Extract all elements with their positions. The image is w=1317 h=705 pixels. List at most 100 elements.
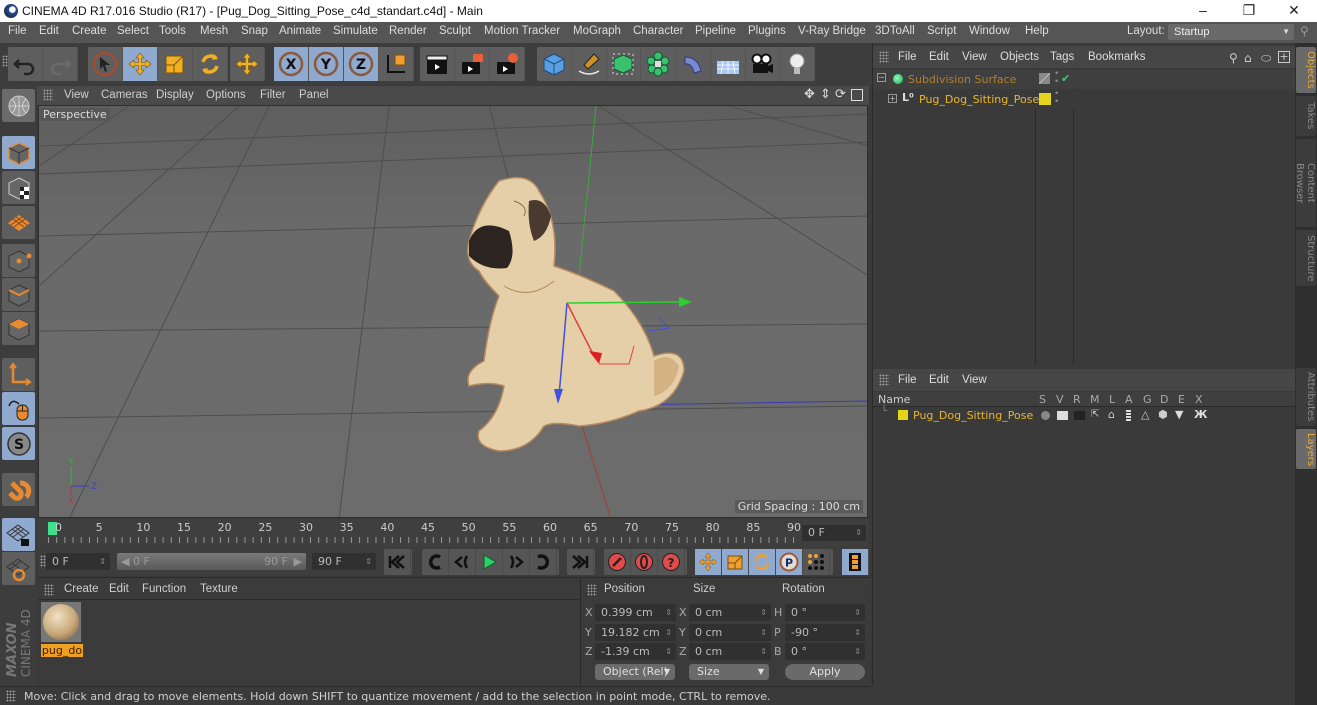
menu-simulate[interactable]: Simulate	[333, 25, 378, 37]
column-animation[interactable]: A	[1125, 393, 1133, 406]
size-x-field[interactable]: 0 cm ⇕	[689, 604, 771, 621]
spinner-icon[interactable]: ⇕	[665, 643, 672, 660]
z-axis-button[interactable]: Z	[344, 47, 379, 81]
generators-toggle-icon[interactable]: △	[1141, 408, 1149, 421]
coordinate-system-button[interactable]	[379, 47, 414, 81]
size-y-field[interactable]: 0 cm ⇕	[689, 624, 771, 641]
layer-row[interactable]: └ Pug_Dog_Sitting_Pose ⇱ ⌂ △ ⬢ ▼ Ж	[873, 406, 1296, 423]
rotate-button[interactable]	[193, 47, 228, 81]
viewport-menu-cameras[interactable]: Cameras	[101, 89, 148, 101]
model-mode-button[interactable]	[2, 136, 35, 169]
viewport-menu-options[interactable]: Options	[206, 89, 246, 101]
snap-button[interactable]	[2, 473, 35, 506]
planar-workplane-button[interactable]	[2, 552, 35, 585]
spinner-icon[interactable]: ⇕	[760, 624, 767, 641]
restore-button[interactable]: ❐	[1226, 0, 1272, 22]
spinner-icon[interactable]: ⇕	[760, 643, 767, 660]
size-z-field[interactable]: 0 cm ⇕	[689, 643, 771, 660]
column-render[interactable]: R	[1073, 393, 1081, 406]
orbit-icon[interactable]: ⟳	[835, 87, 846, 102]
layers-menu-edit[interactable]: Edit	[929, 374, 949, 386]
column-manager[interactable]: M	[1090, 393, 1100, 406]
enabled-check-icon[interactable]: ✔	[1061, 72, 1070, 85]
lock-toggle-icon[interactable]: ⌂	[1108, 408, 1115, 421]
menu-render[interactable]: Render	[389, 25, 427, 37]
size-mode-select[interactable]: Size ▼	[689, 664, 769, 680]
menu-edit[interactable]: Edit	[39, 25, 59, 37]
render-settings-button[interactable]	[490, 47, 525, 81]
viewport-menu-filter[interactable]: Filter	[260, 89, 286, 101]
range-right-arrow-icon[interactable]: ▶	[294, 553, 302, 570]
panel-grip[interactable]	[43, 89, 53, 101]
enable-axis-button[interactable]	[2, 358, 35, 391]
viewport-menu-display[interactable]: Display	[156, 89, 194, 101]
previous-frame-button[interactable]	[449, 549, 476, 575]
go-to-start-button[interactable]	[384, 549, 411, 575]
objects-menu-file[interactable]: File	[898, 51, 917, 63]
current-frame-field[interactable]: 0 F ⇕	[802, 525, 866, 541]
solo-button[interactable]: S	[2, 427, 35, 460]
animation-toggle-icon[interactable]	[1126, 410, 1131, 421]
menu-animate[interactable]: Animate	[279, 25, 321, 37]
scale-button[interactable]	[158, 47, 193, 81]
start-frame-field[interactable]: 0 F ⇕	[46, 553, 110, 570]
subdivision-surface-button[interactable]	[607, 47, 642, 81]
xref-toggle-icon[interactable]: Ж	[1194, 408, 1207, 421]
key-scale-button[interactable]	[722, 549, 749, 575]
3d-viewport[interactable]: Y Z X Perspective Grid Spacing : 100 cm	[38, 105, 868, 518]
menu-tools[interactable]: Tools	[159, 25, 186, 37]
timeline-window-button[interactable]	[842, 549, 869, 575]
end-frame-field[interactable]: 90 F ⇕	[312, 553, 376, 570]
panel-grip[interactable]	[44, 584, 54, 596]
object-name[interactable]: Pug_Dog_Sitting_Pose	[919, 93, 1039, 106]
apply-button[interactable]: Apply	[785, 664, 865, 680]
x-axis-button[interactable]: X	[274, 47, 309, 81]
panel-grip[interactable]	[587, 584, 597, 596]
timeline-ruler[interactable]: 0 5 10 15 20 25 30 35 40 45 50 55 60 65 70 75 80 85 90 0 F…	[38, 519, 868, 546]
spinner-icon[interactable]: ⇕	[854, 643, 861, 660]
object-row[interactable]: − Subdivision Surface • • ✔	[873, 70, 1296, 89]
material-menu-edit[interactable]: Edit	[109, 583, 129, 595]
spinner-icon[interactable]: ⇕	[854, 604, 861, 621]
search-icon[interactable]: ⚲	[1229, 51, 1238, 65]
points-mode-button[interactable]	[2, 244, 35, 277]
key-rotation-button[interactable]	[749, 549, 776, 575]
menu-character[interactable]: Character	[633, 25, 684, 37]
material-menu-texture[interactable]: Texture	[200, 583, 238, 595]
visibility-dots-icon[interactable]: • •	[1054, 70, 1059, 87]
live-selection-button[interactable]	[88, 47, 123, 81]
manager-toggle-icon[interactable]: ⇱	[1091, 409, 1099, 420]
cube-button[interactable]	[537, 47, 572, 81]
camera-button[interactable]	[746, 47, 781, 81]
y-axis-button[interactable]: Y	[309, 47, 344, 81]
tab-attributes[interactable]: Attributes	[1296, 368, 1316, 426]
deformer-button[interactable]	[676, 47, 711, 81]
objects-menu-view[interactable]: View	[962, 51, 987, 63]
next-frame-button[interactable]	[503, 549, 530, 575]
column-xref[interactable]: X	[1195, 393, 1203, 406]
column-deformers[interactable]: D	[1160, 393, 1168, 406]
go-to-end-button[interactable]	[567, 549, 594, 575]
redo-button[interactable]	[43, 47, 78, 81]
objects-menu-edit[interactable]: Edit	[929, 51, 949, 63]
dolly-icon[interactable]: ⇕	[820, 87, 831, 102]
new-view-icon[interactable]: +	[1278, 51, 1290, 63]
rotation-b-field[interactable]: 0 ° ⇕	[785, 643, 865, 660]
camera-label[interactable]: Perspective	[40, 108, 110, 121]
tab-structure[interactable]: Structure	[1296, 230, 1316, 286]
spinner-icon[interactable]: ⇕	[665, 604, 672, 621]
column-name[interactable]: Name	[878, 393, 910, 406]
objects-menu-objects[interactable]: Objects	[1000, 51, 1039, 63]
collapse-icon[interactable]: −	[877, 73, 886, 82]
undo-button[interactable]	[8, 47, 43, 81]
spinner-icon[interactable]: ⇕	[854, 624, 861, 641]
key-position-button[interactable]	[695, 549, 722, 575]
column-view[interactable]: V	[1056, 393, 1064, 406]
menu-vray-bridge[interactable]: V-Ray Bridge	[798, 25, 866, 37]
column-expressions[interactable]: E	[1178, 393, 1185, 406]
spinner-icon[interactable]: ⇕	[855, 525, 862, 541]
expressions-toggle-icon[interactable]: ▼	[1175, 408, 1183, 421]
menu-3dtoall[interactable]: 3DToAll	[875, 25, 915, 37]
menu-snap[interactable]: Snap	[241, 25, 268, 37]
material-name[interactable]: pug_do	[41, 644, 83, 657]
